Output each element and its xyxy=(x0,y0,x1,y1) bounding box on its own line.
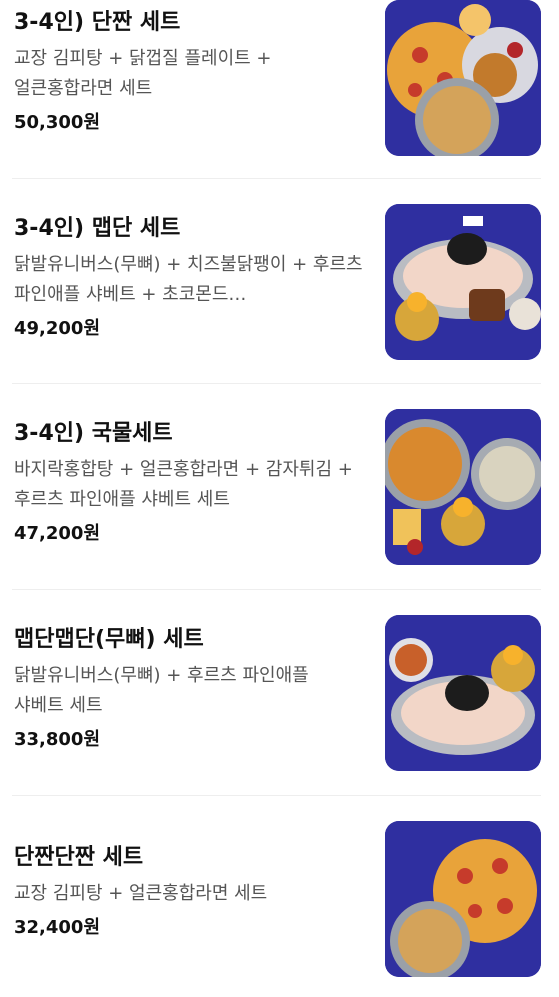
food-photo-illustration xyxy=(385,409,541,565)
menu-item-text: 3-4인) 맵단 세트 닭발유니버스(무뼈) + 치즈불닭팽이 + 후르츠 파인… xyxy=(14,214,364,344)
menu-item-description: 닭발유니버스(무뼈) + 후르츠 파인애플 샤베트 세트 xyxy=(14,665,309,716)
menu-item-price: 49,200원 xyxy=(14,318,101,339)
menu-item-maepdan-boneless-set[interactable]: 맵단맵단(무뼈) 세트 닭발유니버스(무뼈) + 후르츠 파인애플 샤베트 세트… xyxy=(0,611,559,795)
menu-item-description: 교장 김피탕 + 닭껍질 플레이트 + 얼큰홍합라면 세트 xyxy=(14,48,272,99)
menu-item-text: 3-4인) 국물세트 바지락홍합탕 + 얼큰홍합라면 + 감자튀김 + 후르츠 … xyxy=(14,419,364,549)
menu-list: 3-4인) 단짠 세트 교장 김피탕 + 닭껍질 플레이트 + 얼큰홍합라면 세… xyxy=(0,0,559,997)
menu-item-photo xyxy=(385,409,541,565)
food-photo-illustration xyxy=(385,0,541,156)
divider xyxy=(12,178,541,179)
menu-item-description: 교장 김피탕 + 얼큰홍합라면 세트 xyxy=(14,883,268,904)
menu-item-soup-set[interactable]: 3-4인) 국물세트 바지락홍합탕 + 얼큰홍합라면 + 감자튀김 + 후르츠 … xyxy=(0,405,559,589)
menu-item-photo xyxy=(385,821,541,977)
menu-item-text: 맵단맵단(무뼈) 세트 닭발유니버스(무뼈) + 후르츠 파인애플 샤베트 세트… xyxy=(14,625,364,755)
menu-item-price: 33,800원 xyxy=(14,729,101,750)
menu-item-description: 바지락홍합탕 + 얼큰홍합라면 + 감자튀김 + 후르츠 파인애플 샤베트 세트 xyxy=(14,459,353,510)
menu-item-price: 47,200원 xyxy=(14,523,101,544)
menu-item-maepdan-set[interactable]: 3-4인) 맵단 세트 닭발유니버스(무뼈) + 치즈불닭팽이 + 후르츠 파인… xyxy=(0,200,559,384)
menu-item-text: 단짠단짠 세트 교장 김피탕 + 얼큰홍합라면 세트 32,400원 xyxy=(14,843,364,943)
menu-item-photo xyxy=(385,0,541,156)
divider xyxy=(12,795,541,796)
menu-item-description: 닭발유니버스(무뼈) + 치즈불닭팽이 + 후르츠 파인애플 샤베트 + 초코몬… xyxy=(14,254,363,305)
menu-item-price: 32,400원 xyxy=(14,917,101,938)
menu-item-photo xyxy=(385,615,541,771)
menu-item-price: 50,300원 xyxy=(14,112,101,133)
food-photo-illustration xyxy=(385,615,541,771)
menu-item-name: 3-4인) 맵단 세트 xyxy=(14,216,181,241)
food-photo-illustration xyxy=(385,821,541,977)
menu-item-danjjan-small-set[interactable]: 단짠단짠 세트 교장 김피탕 + 얼큰홍합라면 세트 32,400원 xyxy=(0,817,559,997)
menu-item-name: 맵단맵단(무뼈) 세트 xyxy=(14,627,204,652)
menu-item-name: 단짠단짠 세트 xyxy=(14,845,144,870)
menu-item-name: 3-4인) 국물세트 xyxy=(14,421,173,446)
divider xyxy=(12,383,541,384)
menu-item-photo xyxy=(385,204,541,360)
menu-item-text: 3-4인) 단짠 세트 교장 김피탕 + 닭껍질 플레이트 + 얼큰홍합라면 세… xyxy=(14,8,364,138)
menu-item-name: 3-4인) 단짠 세트 xyxy=(14,10,181,35)
food-photo-illustration xyxy=(385,204,541,360)
menu-item-danjjan-set[interactable]: 3-4인) 단짠 세트 교장 김피탕 + 닭껍질 플레이트 + 얼큰홍합라면 세… xyxy=(0,0,559,178)
divider xyxy=(12,589,541,590)
